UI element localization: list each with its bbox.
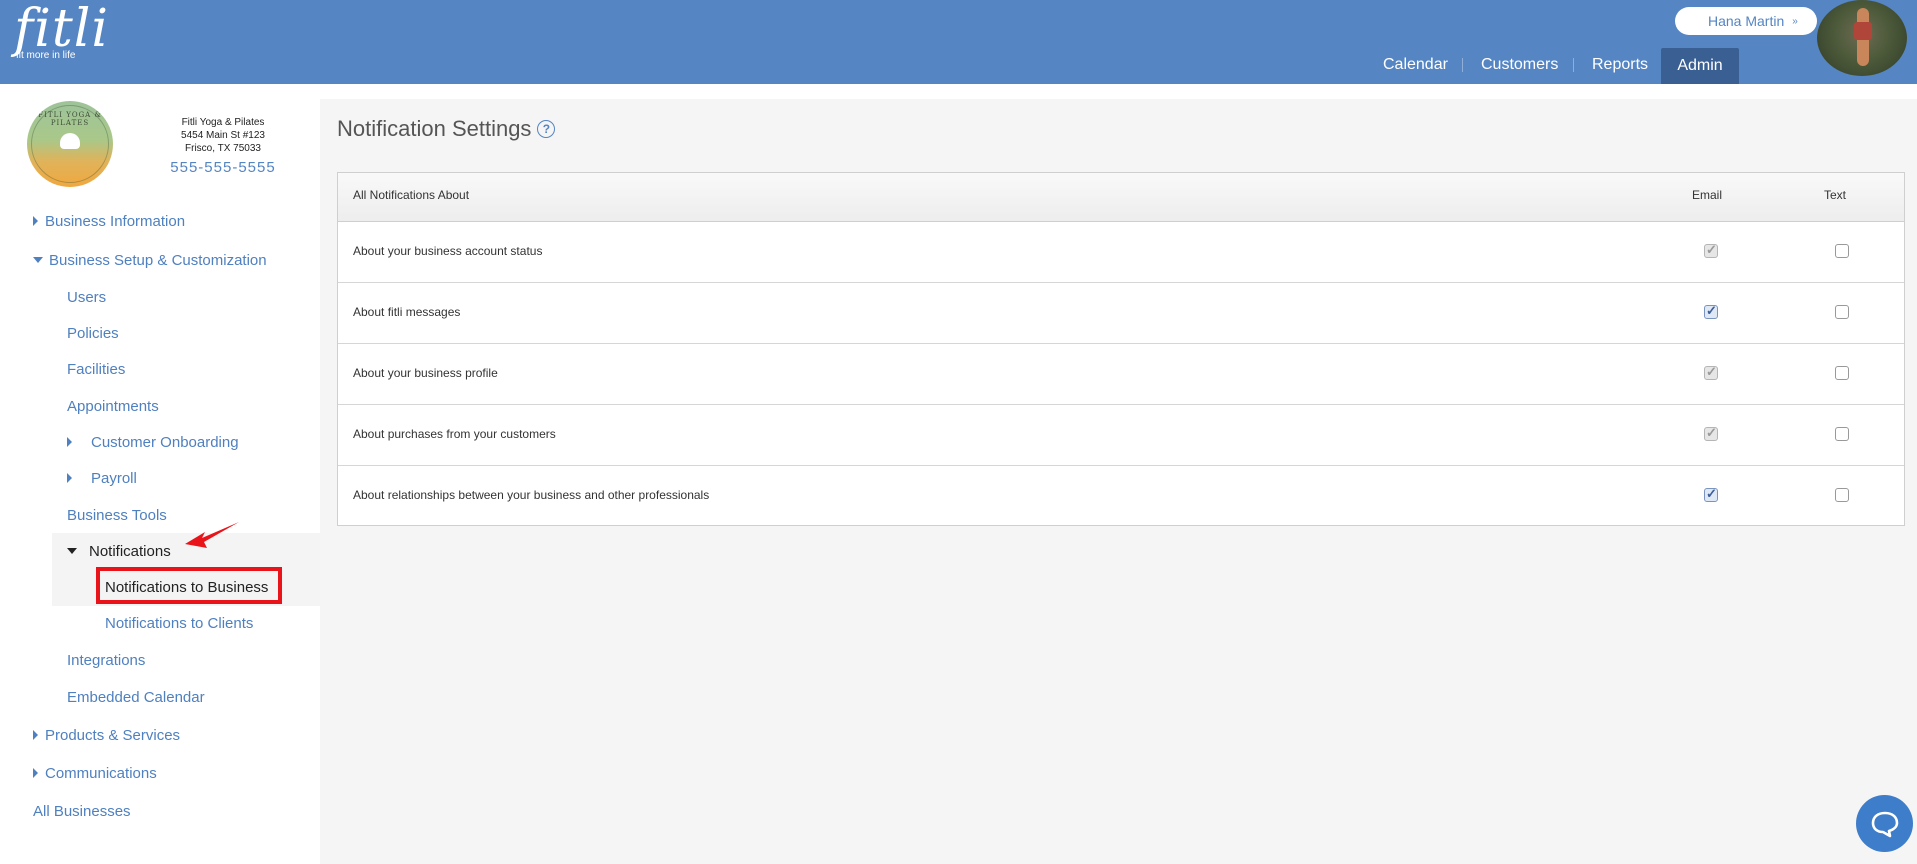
table-row: About purchases from your customers [338, 405, 1904, 466]
user-name: Hana Martin [1708, 13, 1785, 29]
text-checkbox[interactable] [1835, 244, 1849, 258]
caret-right-icon [33, 730, 38, 740]
top-header: fitli fit more in life Hana Martin » Cal… [0, 0, 1917, 84]
sidebar-item-communications[interactable]: Communications [33, 765, 157, 782]
sidebar-item-label: Business Setup & Customization [49, 252, 267, 269]
sidebar-item-label: Customer Onboarding [91, 434, 239, 451]
nav-calendar[interactable]: Calendar [1383, 56, 1448, 74]
sidebar-item-business-setup[interactable]: Business Setup & Customization [33, 252, 267, 269]
email-checkbox[interactable] [1704, 303, 1718, 319]
column-header-about: All Notifications About [353, 188, 470, 202]
business-logo-text: FITLI YOGA & PILATES [38, 111, 102, 127]
page-title: Notification Settings ? [337, 116, 556, 142]
avatar[interactable] [1817, 0, 1907, 76]
email-checkbox[interactable] [1704, 242, 1718, 258]
sidebar-item-products-services[interactable]: Products & Services [33, 727, 180, 744]
sidebar-item-label: Communications [45, 765, 157, 782]
caret-down-icon [67, 548, 77, 554]
text-checkbox[interactable] [1835, 488, 1849, 502]
sidebar-item-customer-onboarding[interactable]: Customer Onboarding [67, 434, 239, 451]
row-label: About fitli messages [353, 305, 461, 319]
chat-button[interactable] [1856, 795, 1913, 852]
table-row: About your business account status [338, 222, 1904, 283]
nav-reports[interactable]: Reports [1592, 56, 1648, 74]
caret-down-icon [33, 257, 43, 263]
user-menu-button[interactable]: Hana Martin » [1675, 7, 1817, 35]
table-header: All Notifications About Email Text [338, 173, 1904, 222]
email-checkbox[interactable] [1704, 364, 1718, 380]
email-checkbox[interactable] [1704, 486, 1718, 502]
sidebar-item-notifications[interactable]: Notifications [67, 543, 171, 560]
sidebar-item-facilities[interactable]: Facilities [67, 361, 125, 378]
business-address-2: Frisco, TX 75033 [185, 143, 261, 154]
sidebar-item-label: Notifications [89, 543, 171, 560]
sidebar-item-business-tools[interactable]: Business Tools [67, 507, 167, 524]
business-phone[interactable]: 555-555-5555 [158, 159, 288, 176]
sidebar-item-payroll[interactable]: Payroll [67, 470, 137, 487]
caret-right-icon [33, 768, 38, 778]
sidebar-item-business-information[interactable]: Business Information [33, 213, 185, 230]
nav-admin[interactable]: Admin [1661, 48, 1739, 84]
business-name: Fitli Yoga & Pilates [181, 117, 265, 128]
sidebar-item-embedded-calendar[interactable]: Embedded Calendar [67, 689, 205, 706]
chevron-down-icon: » [1792, 15, 1798, 27]
notification-settings-table: All Notifications About Email Text About… [337, 172, 1905, 526]
sidebar-item-policies[interactable]: Policies [67, 325, 119, 342]
column-header-email: Email [1692, 188, 1723, 202]
sidebar-item-label: Products & Services [45, 727, 181, 744]
arrow-annotation-icon [185, 522, 239, 548]
sidebar-item-all-businesses[interactable]: All Businesses [33, 803, 131, 820]
sidebar-item-notifications-to-clients[interactable]: Notifications to Clients [105, 615, 253, 632]
sidebar-item-integrations[interactable]: Integrations [67, 652, 145, 669]
fitli-logo[interactable]: fitli fit more in life [14, 2, 109, 61]
caret-right-icon [33, 216, 38, 226]
logo-text: fitli [14, 0, 110, 59]
business-address-1: 5454 Main St #123 [181, 130, 265, 141]
row-label: About your business profile [353, 366, 498, 380]
text-checkbox[interactable] [1835, 366, 1849, 380]
caret-right-icon [67, 437, 72, 447]
text-checkbox[interactable] [1835, 305, 1849, 319]
sidebar-item-users[interactable]: Users [67, 289, 106, 306]
row-label: About purchases from your customers [353, 427, 556, 441]
business-info: Fitli Yoga & Pilates 5454 Main St #123 F… [158, 116, 288, 176]
nav-customers[interactable]: Customers [1481, 56, 1558, 74]
table-row: About your business profile [338, 344, 1904, 405]
email-checkbox[interactable] [1704, 425, 1718, 441]
help-icon[interactable]: ? [537, 120, 556, 138]
row-label: About relationships between your busines… [353, 488, 710, 502]
row-label: About your business account status [353, 244, 543, 258]
column-header-text: Text [1824, 188, 1847, 202]
table-row: About relationships between your busines… [338, 466, 1904, 527]
table-row: About fitli messages [338, 283, 1904, 344]
highlight-box [96, 567, 282, 604]
chat-icon [1871, 811, 1898, 837]
sidebar-item-appointments[interactable]: Appointments [67, 398, 159, 415]
text-checkbox[interactable] [1835, 427, 1849, 441]
caret-right-icon [67, 473, 72, 483]
business-logo: FITLI YOGA & PILATES [27, 101, 113, 187]
page-title-text: Notification Settings [337, 116, 532, 141]
sidebar-item-label: Payroll [91, 470, 137, 487]
sidebar-item-label: Business Information [45, 213, 186, 230]
